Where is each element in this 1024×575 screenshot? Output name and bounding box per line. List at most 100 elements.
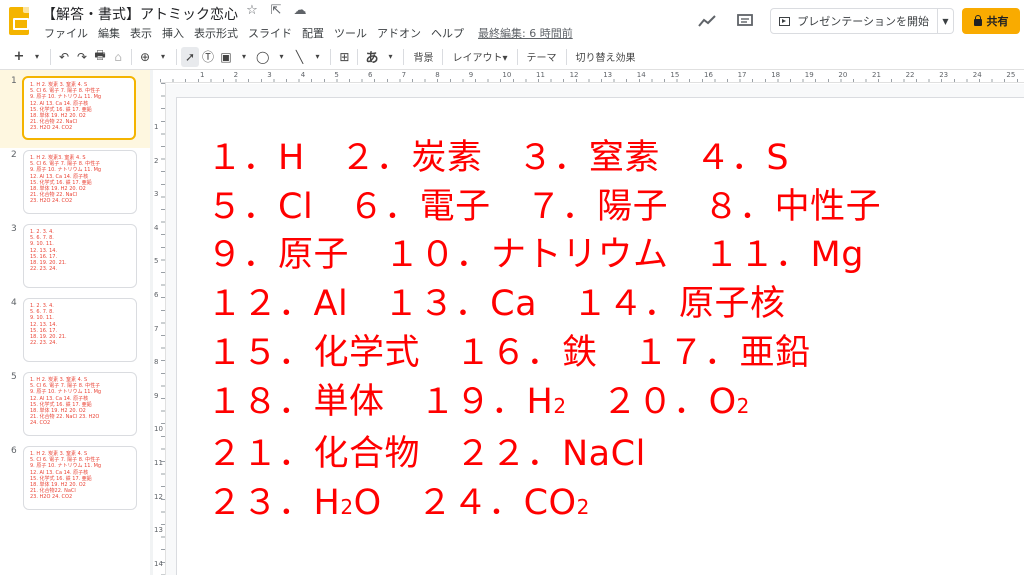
- last-edit-link[interactable]: 最終編集: 6 時間前: [478, 25, 573, 41]
- ruler-label: 12: [154, 492, 163, 501]
- document-title[interactable]: 【解答・書式】アトミック恋心: [42, 4, 238, 24]
- title-actions: ☆ ⇱ ☁: [243, 3, 309, 18]
- ruler-label: 7: [401, 71, 407, 79]
- subscript-text: 2: [736, 393, 750, 418]
- comment-history-icon[interactable]: [732, 8, 758, 34]
- menu-addons[interactable]: アドオン: [377, 25, 421, 41]
- shape-icon[interactable]: ◯: [253, 47, 272, 67]
- ruler-label: 4: [154, 223, 159, 232]
- redo-icon[interactable]: ↷: [73, 47, 91, 67]
- line-dropdown-icon[interactable]: ▾: [308, 47, 326, 67]
- header-actions: プレゼンテーションを開始 ▼ 共有: [694, 6, 1024, 36]
- slide-thumbnail-4[interactable]: 1. 2. 3. 4. 5. 6. 7. 8. 9. 10. 11. 12. 1…: [23, 298, 137, 362]
- answer-text: ９．原子 １０．ナトリウム １１．Mg: [207, 235, 864, 276]
- slides-logo-icon[interactable]: [9, 7, 29, 35]
- slide-number: 1: [11, 76, 17, 86]
- toolbar-divider: [176, 48, 177, 65]
- slide-thumbnail-5[interactable]: 1. H 2. 炭素 3. 窒素 4. S 5. Cl 6. 電子 7. 陽子 …: [23, 372, 137, 436]
- star-icon[interactable]: ☆: [243, 3, 261, 18]
- ruler-label: 5: [154, 257, 159, 266]
- present-button[interactable]: プレゼンテーションを開始: [770, 8, 938, 34]
- select-tool-icon[interactable]: ➚: [181, 46, 199, 67]
- ruler-label: 1: [200, 71, 205, 79]
- ruler-label: 9: [468, 71, 474, 79]
- move-folder-icon[interactable]: ⇱: [267, 3, 285, 18]
- shape-dropdown-icon[interactable]: ▾: [272, 47, 290, 67]
- input-tools-dropdown-icon[interactable]: ▾: [381, 47, 399, 67]
- comment-icon[interactable]: ⊞: [335, 47, 353, 67]
- answer-text: １．H ２．炭素 ３．窒素 ４．S: [207, 138, 790, 178]
- ruler-label: 14: [154, 559, 163, 568]
- paint-format-icon[interactable]: ⌂: [109, 47, 127, 67]
- menu-insert[interactable]: 挿入: [162, 25, 184, 41]
- ruler-label: 5: [334, 71, 339, 79]
- share-button[interactable]: 共有: [962, 8, 1020, 34]
- ruler-label: 13: [603, 71, 613, 79]
- app-header: 【解答・書式】アトミック恋心 ☆ ⇱ ☁ ファイル 編集 表示 挿入 表示形式 …: [0, 0, 1024, 44]
- ruler-label: 16: [704, 71, 713, 79]
- menu-edit[interactable]: 編集: [98, 25, 120, 41]
- toolbar-divider: [330, 48, 332, 65]
- current-slide[interactable]: １．H ２．炭素 ３．窒素 ４．S ５．Cl ６．電子 ７．陽子 ８．中性子 ９．原…: [176, 97, 1024, 575]
- subscript-text: 2: [553, 393, 567, 418]
- ruler-label: 3: [267, 71, 272, 79]
- cloud-status-icon[interactable]: ☁: [291, 3, 309, 18]
- image-icon[interactable]: ▣: [217, 47, 235, 67]
- text-box-icon[interactable]: Ⓣ: [199, 47, 217, 67]
- menu-arrange[interactable]: 配置: [302, 25, 324, 41]
- menu-tools[interactable]: ツール: [334, 25, 367, 41]
- background-button[interactable]: 背景: [408, 47, 438, 67]
- answer-text-box[interactable]: １．H ２．炭素 ３．窒素 ４．S ５．Cl ６．電子 ７．陽子 ８．中性子 ９．原…: [207, 134, 1024, 532]
- thumb-text-line: 23. H2O 24. CO2: [30, 494, 73, 501]
- thumb-text-line: 22. 23. 24.: [30, 266, 58, 273]
- subscript-text: 2: [340, 494, 354, 519]
- ruler-label: 3: [154, 190, 159, 199]
- ruler-label: 15: [670, 71, 680, 79]
- theme-button[interactable]: テーマ: [522, 47, 562, 67]
- present-dropdown-icon[interactable]: ▼: [938, 8, 954, 34]
- slide-thumbnail-1[interactable]: 1. H 2. 炭素 3. 窒素 4. S 5. Cl 6. 電子 7. 陽子 …: [22, 76, 136, 140]
- menu-view[interactable]: 表示: [130, 25, 152, 41]
- input-tools-button[interactable]: あ: [362, 47, 381, 67]
- answer-text: ２１．化合物 ２２．NaCl: [207, 434, 646, 475]
- ruler-label: 4: [300, 71, 306, 79]
- menu-file[interactable]: ファイル: [44, 25, 88, 41]
- thumb-text-line: 23. H2O 24. CO2: [30, 125, 73, 132]
- answer-text: １８．単体 １９．H: [207, 381, 554, 422]
- slide-thumbnail-3[interactable]: 1. 2. 3. 4. 5. 6. 7. 8. 9. 10. 11. 12. 1…: [23, 224, 137, 288]
- slide-thumbnail-2[interactable]: 1. H 2. 炭素3. 窒素 4. S 5. Cl 6. 電子 7. 陽子 8…: [23, 150, 137, 214]
- line-icon[interactable]: ╲: [290, 47, 308, 67]
- activity-trend-icon[interactable]: [694, 8, 720, 34]
- ruler-label: 11: [154, 459, 163, 467]
- answer-line: ２３．H2O ２４．CO2: [207, 479, 1024, 532]
- ruler-label: 20: [838, 71, 848, 79]
- answer-text: ５．Cl ６．電子 ７．陽子 ８．中性子: [207, 186, 882, 227]
- new-slide-button[interactable]: +: [10, 47, 28, 67]
- ruler-label: 21: [872, 71, 881, 79]
- present-label: プレゼンテーションを開始: [797, 15, 929, 28]
- image-dropdown-icon[interactable]: ▾: [235, 47, 253, 67]
- slide-thumbnail-6[interactable]: 1. H 2. 炭素 3. 窒素 4. S 5. Cl 6. 電子 7. 陽子 …: [23, 446, 137, 510]
- ruler-label: 10: [502, 71, 512, 79]
- zoom-dropdown-icon[interactable]: ▾: [154, 47, 172, 67]
- menu-help[interactable]: ヘルプ: [431, 25, 464, 41]
- answer-line: １２．Al １３．Ca １４．原子核: [207, 280, 1024, 329]
- present-icon: [779, 16, 791, 26]
- menu-format[interactable]: 表示形式: [194, 25, 238, 41]
- layout-button[interactable]: レイアウト▾: [447, 47, 512, 67]
- print-icon[interactable]: 🖶: [91, 47, 109, 67]
- new-slide-dropdown-icon[interactable]: ▾: [28, 47, 46, 67]
- slide-filmstrip: 1 1. H 2. 炭素 3. 窒素 4. S 5. Cl 6. 電子 7. 陽…: [0, 70, 150, 575]
- answer-text: O ２４．CO: [353, 482, 577, 523]
- transition-button[interactable]: 切り替え効果: [571, 47, 641, 67]
- answer-text: ２０．O: [566, 381, 737, 422]
- menu-slide[interactable]: スライド: [248, 25, 292, 41]
- ruler-label: 25: [1006, 71, 1016, 79]
- slide-number: 5: [11, 372, 17, 382]
- zoom-icon[interactable]: ⊕: [136, 47, 154, 67]
- undo-icon[interactable]: ↶: [55, 47, 73, 67]
- subscript-text: 2: [576, 494, 590, 519]
- answer-line: １８．単体 １９．H2 ２０．O2: [207, 378, 1024, 431]
- thumb-text-line: 22. 23. 24.: [30, 340, 58, 347]
- answer-line: １．H ２．炭素 ３．窒素 ４．S: [207, 134, 1024, 183]
